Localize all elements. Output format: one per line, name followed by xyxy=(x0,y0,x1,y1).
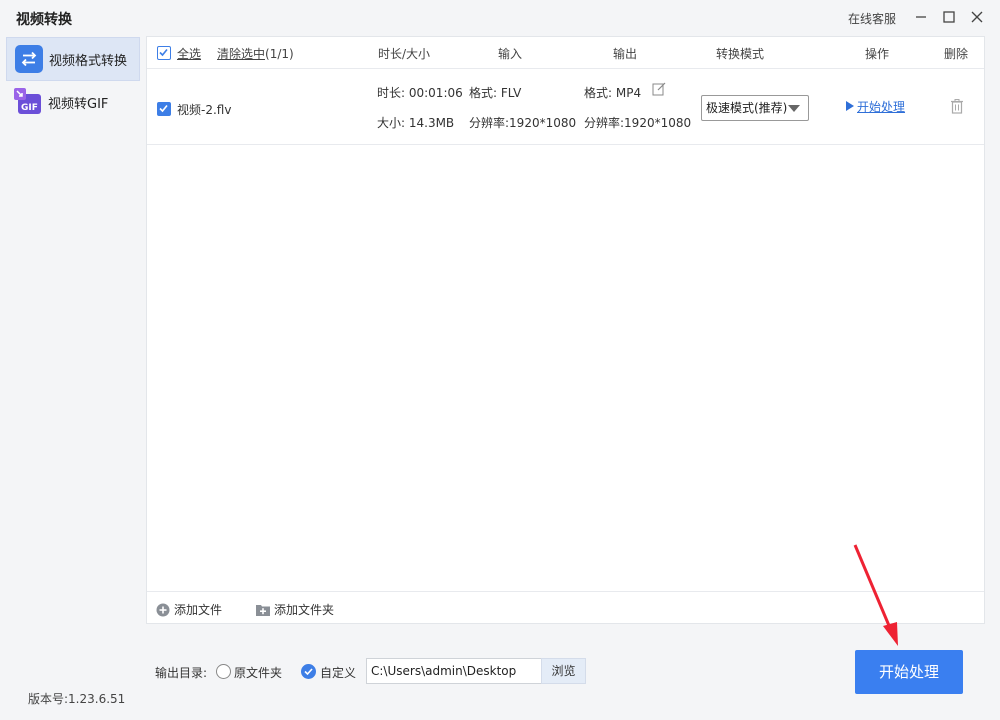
select-all-label[interactable]: 全选 xyxy=(177,45,201,62)
select-all-checkbox[interactable] xyxy=(157,46,171,60)
conversion-mode-value: 极速模式(推荐) xyxy=(706,101,788,115)
online-support-link[interactable]: 在线客服 xyxy=(848,10,896,27)
gif-icon: GIF xyxy=(14,88,42,116)
plus-circle-icon xyxy=(156,603,170,617)
file-list-panel: 全选 清除选中(1/1) 时长/大小 输入 输出 转换模式 操作 删除 视频-2… xyxy=(146,36,985,624)
svg-text:GIF: GIF xyxy=(21,103,38,113)
radio-original-folder[interactable] xyxy=(216,664,231,679)
sidebar-item-label: 视频格式转换 xyxy=(49,53,128,69)
column-header-delete: 删除 xyxy=(944,47,969,61)
add-file-label: 添加文件 xyxy=(174,603,223,617)
table-header: 全选 清除选中(1/1) 时长/大小 输入 输出 转换模式 操作 删除 xyxy=(147,37,984,69)
folder-plus-icon xyxy=(256,603,270,617)
row-checkbox[interactable] xyxy=(157,102,171,116)
selection-count: (1/1) xyxy=(265,47,294,61)
minimize-icon[interactable] xyxy=(910,6,932,28)
trash-icon[interactable] xyxy=(949,98,965,114)
maximize-icon[interactable] xyxy=(938,6,960,28)
input-resolution: 分辨率:1920*1080 xyxy=(469,116,577,130)
conversion-mode-select[interactable]: 极速模式(推荐) xyxy=(701,95,809,121)
play-icon[interactable] xyxy=(846,101,854,111)
app-title: 视频转换 xyxy=(16,12,72,28)
column-header-action: 操作 xyxy=(865,47,890,61)
row-start-process-link[interactable]: 开始处理 xyxy=(857,98,905,115)
edit-output-format-icon[interactable] xyxy=(652,82,666,96)
annotation-arrow-icon xyxy=(840,540,910,650)
add-folder-button[interactable]: 添加文件夹 xyxy=(256,601,334,618)
radio-original-folder-label: 原文件夹 xyxy=(234,666,283,680)
sidebar-item-video-format-convert[interactable]: 视频格式转换 xyxy=(6,37,140,81)
clear-selection-link[interactable]: 清除选中(1/1) xyxy=(217,45,294,62)
column-header-input: 输入 xyxy=(498,47,523,61)
file-name: 视频-2.flv xyxy=(177,103,232,117)
file-size: 大小: 14.3MB xyxy=(377,116,455,130)
title-bar: 视频转换 在线客服 xyxy=(0,0,1000,34)
radio-custom-folder-label: 自定义 xyxy=(320,666,357,680)
sidebar-item-video-to-gif[interactable]: GIF 视频转GIF xyxy=(6,80,140,124)
output-resolution: 分辨率:1920*1080 xyxy=(584,116,692,130)
sidebar-item-label: 视频转GIF xyxy=(48,96,109,112)
output-directory-label: 输出目录: xyxy=(155,666,208,680)
input-format: 格式: FLV xyxy=(469,86,522,100)
chevron-down-icon xyxy=(788,105,800,112)
sidebar: 视频格式转换 GIF 视频转GIF 版本号:1.23.6.51 xyxy=(0,34,146,720)
radio-custom-folder[interactable] xyxy=(301,664,316,679)
browse-button[interactable]: 浏览 xyxy=(541,658,586,684)
add-file-button[interactable]: 添加文件 xyxy=(156,601,222,618)
add-folder-label: 添加文件夹 xyxy=(274,603,335,617)
swap-arrows-icon xyxy=(15,45,43,73)
start-process-button[interactable]: 开始处理 xyxy=(855,650,963,694)
version-label: 版本号:1.23.6.51 xyxy=(28,692,126,706)
column-header-output: 输出 xyxy=(613,47,638,61)
file-duration: 时长: 00:01:06 xyxy=(377,86,463,100)
column-header-duration-size: 时长/大小 xyxy=(378,47,431,61)
clear-selection-label[interactable]: 清除选中 xyxy=(217,47,265,61)
close-icon[interactable] xyxy=(966,6,988,28)
column-header-mode: 转换模式 xyxy=(716,47,765,61)
output-format: 格式: MP4 xyxy=(584,86,642,100)
output-path-input[interactable] xyxy=(366,658,542,684)
